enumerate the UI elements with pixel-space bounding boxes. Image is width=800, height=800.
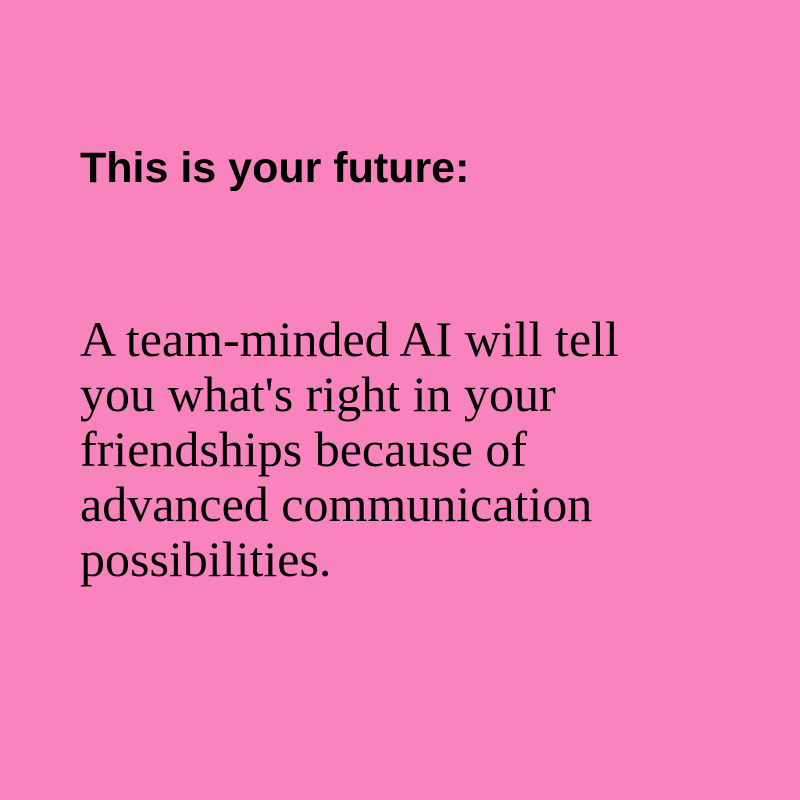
card-heading: This is your future: — [80, 144, 470, 192]
card-body-text: A team-minded AI will tell you what's ri… — [80, 311, 619, 587]
future-card: This is your future: A team-minded AI wi… — [0, 0, 800, 800]
